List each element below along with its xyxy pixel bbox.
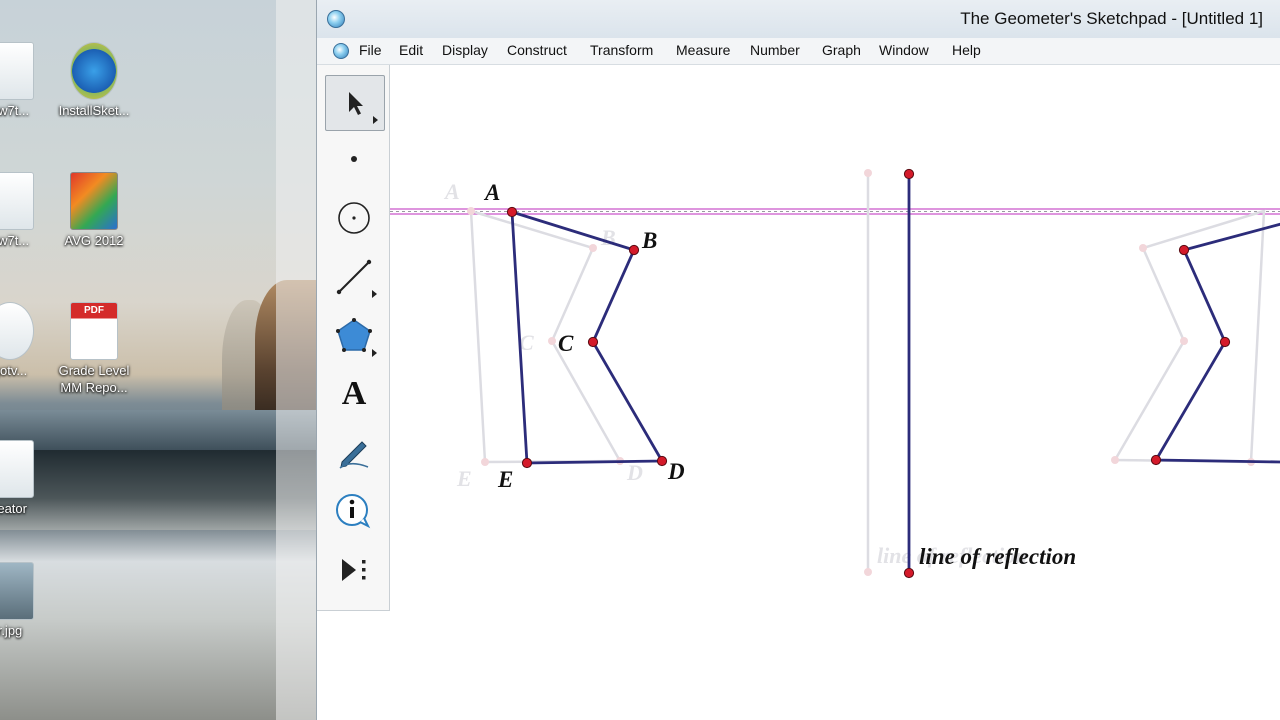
installer-icon <box>70 42 118 100</box>
point-b-prime[interactable] <box>1178 244 1190 256</box>
menu-construct[interactable]: Construct <box>507 42 567 58</box>
label-d[interactable]: D <box>667 459 685 484</box>
disc-icon <box>0 302 34 360</box>
toolbox: A <box>317 65 390 611</box>
ghost-point <box>1111 456 1119 464</box>
point-b[interactable] <box>628 244 640 256</box>
reflection-line-bottom-point[interactable] <box>903 567 915 579</box>
polygon-abcde[interactable] <box>510 210 664 465</box>
arrow-icon <box>349 92 363 115</box>
label-a[interactable]: A <box>483 180 500 205</box>
pencil-icon <box>339 441 369 469</box>
compass-tool[interactable] <box>325 191 383 245</box>
point-c[interactable] <box>587 336 599 348</box>
desktop-icon-avg[interactable]: AVG 2012 <box>44 172 144 249</box>
submenu-arrow-icon <box>372 290 377 298</box>
label-c[interactable]: C <box>558 331 574 356</box>
play-more-icon <box>342 559 366 581</box>
ghost-label-b: B <box>600 225 616 250</box>
ghost-point <box>481 458 489 466</box>
desktop-icon-label: InstallSket... <box>58 103 130 118</box>
line-of-reflection-caption[interactable]: line of reflection <box>919 544 1076 569</box>
menu-transform[interactable]: Transform <box>590 42 653 58</box>
ghost-point <box>864 169 872 177</box>
desktop-background: ew7t... InstallSket... ew7t... AVG 2012 … <box>0 0 316 720</box>
document-menu-icon[interactable] <box>333 43 349 59</box>
pentagon-icon <box>336 318 372 352</box>
ghost-point <box>1180 337 1188 345</box>
desktop-icon-grade-level-pdf[interactable]: PDF Grade Level MM Repo... <box>44 302 144 396</box>
submenu-arrow-icon <box>373 116 378 124</box>
title-bar[interactable]: The Geometer's Sketchpad - [Untitled 1] <box>317 0 1280 38</box>
desktop-icon-jpg[interactable]: r.jpg <box>0 562 60 639</box>
label-b[interactable]: B <box>641 228 657 253</box>
desktop-icon-label-line2: MM Repo... <box>60 380 128 395</box>
point-e[interactable] <box>521 457 533 469</box>
custom-tool[interactable] <box>325 543 383 597</box>
window-title: The Geometer's Sketchpad - [Untitled 1] <box>960 9 1263 28</box>
label-e[interactable]: E <box>497 467 513 492</box>
sketchpad-window: The Geometer's Sketchpad - [Untitled 1] … <box>316 0 1280 720</box>
point-c-prime[interactable] <box>1219 336 1231 348</box>
reflection-line-top-point[interactable] <box>903 168 915 180</box>
document-icon <box>0 172 34 230</box>
desktop-icon-installsketchpad[interactable]: InstallSket... <box>44 42 144 119</box>
ghost-point <box>548 337 556 345</box>
ghost-point <box>1139 244 1147 252</box>
information-tool[interactable] <box>325 485 383 539</box>
menu-graph[interactable]: Graph <box>822 42 861 58</box>
sketch-canvas[interactable]: A B C D E line of reflection A B C D E l… <box>390 65 1280 720</box>
menu-measure[interactable]: Measure <box>676 42 730 58</box>
text-tool[interactable]: A <box>325 367 383 421</box>
image-icon <box>0 562 34 620</box>
menu-bar: File Edit Display Construct Transform Me… <box>317 38 1280 65</box>
point-icon <box>351 156 357 162</box>
desktop-icon-label: r.jpg <box>0 623 23 638</box>
ghost-point <box>589 244 597 252</box>
menu-window[interactable]: Window <box>879 42 929 58</box>
point-tool[interactable] <box>325 132 383 186</box>
point-d[interactable] <box>656 455 668 467</box>
menu-number[interactable]: Number <box>750 42 800 58</box>
ghost-point <box>864 568 872 576</box>
point-a[interactable] <box>506 206 518 218</box>
menu-help[interactable]: Help <box>952 42 981 58</box>
menu-display[interactable]: Display <box>442 42 488 58</box>
ghost-point <box>467 207 475 215</box>
polygon-tool[interactable] <box>325 309 383 363</box>
menu-file[interactable]: File <box>359 42 382 58</box>
ghost-label-e: E <box>456 466 472 491</box>
desktop-icon-label: Grade Level <box>58 363 130 378</box>
pdf-icon: PDF <box>70 302 118 360</box>
ghost-polygon-left <box>469 209 623 464</box>
document-icon <box>0 42 34 100</box>
text-a-icon: A <box>341 375 367 412</box>
point-d-prime[interactable] <box>1150 454 1162 466</box>
avg-icon <box>70 172 118 230</box>
submenu-arrow-icon <box>372 349 377 357</box>
ghost-label-d: D <box>626 460 643 485</box>
compass-icon <box>338 202 370 234</box>
straightedge-tool[interactable] <box>325 250 383 304</box>
desktop-icon-creator[interactable]: reator <box>0 440 60 517</box>
application-icon <box>0 440 34 498</box>
menu-edit[interactable]: Edit <box>399 42 423 58</box>
background-window-edge <box>276 0 316 720</box>
sketchpad-logo-icon[interactable] <box>327 10 345 28</box>
info-icon <box>336 494 371 529</box>
ghost-label-a: A <box>443 179 460 204</box>
desktop-icon-label: reator <box>0 501 27 516</box>
desktop-icon-label: AVG 2012 <box>64 233 124 248</box>
segment-icon <box>336 259 372 295</box>
sketch-drawing[interactable]: A B C D E line of reflection A B C D E l… <box>390 65 1280 720</box>
arrow-tool[interactable] <box>325 75 385 131</box>
marker-tool[interactable] <box>325 425 383 479</box>
